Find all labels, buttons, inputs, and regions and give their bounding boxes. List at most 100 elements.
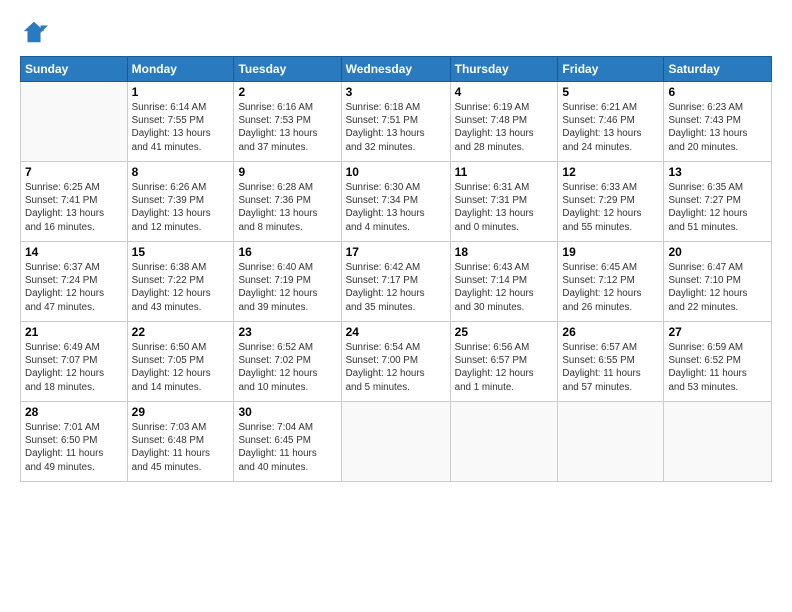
day-info: Sunrise: 6:47 AMSunset: 7:10 PMDaylight:…	[668, 261, 767, 314]
day-number: 24	[346, 325, 446, 339]
day-header-thursday: Thursday	[450, 57, 558, 82]
day-info: Sunrise: 6:57 AMSunset: 6:55 PMDaylight:…	[562, 341, 659, 394]
calendar-cell: 11Sunrise: 6:31 AMSunset: 7:31 PMDayligh…	[450, 162, 558, 242]
day-number: 14	[25, 245, 123, 259]
week-row-2: 7Sunrise: 6:25 AMSunset: 7:41 PMDaylight…	[21, 162, 772, 242]
day-info: Sunrise: 6:25 AMSunset: 7:41 PMDaylight:…	[25, 181, 123, 234]
week-row-1: 1 Sunrise: 6:14 AMSunset: 7:55 PMDaylight…	[21, 82, 772, 162]
calendar-cell: 27 Sunrise: 6:59 AMSunset: 6:52 PMDayligh…	[664, 322, 772, 402]
day-info: Sunrise: 7:01 AMSunset: 6:50 PMDaylight:…	[25, 421, 123, 474]
day-info: Sunrise: 6:16 AMSunset: 7:53 PMDaylight:…	[238, 101, 336, 154]
day-number: 1	[132, 85, 230, 99]
day-number: 27	[668, 325, 767, 339]
calendar-cell: 23 Sunrise: 6:52 AMSunset: 7:02 PMDayligh…	[234, 322, 341, 402]
calendar-cell: 24Sunrise: 6:54 AMSunset: 7:00 PMDayligh…	[341, 322, 450, 402]
day-number: 9	[238, 165, 336, 179]
day-number: 21	[25, 325, 123, 339]
day-number: 18	[455, 245, 554, 259]
day-number: 11	[455, 165, 554, 179]
day-number: 10	[346, 165, 446, 179]
calendar-cell: 30 Sunrise: 7:04 AMSunset: 6:45 PMDayligh…	[234, 402, 341, 482]
logo-icon	[20, 18, 48, 46]
day-number: 3	[346, 85, 446, 99]
day-number: 8	[132, 165, 230, 179]
day-number: 30	[238, 405, 336, 419]
day-header-monday: Monday	[127, 57, 234, 82]
day-number: 6	[668, 85, 767, 99]
calendar-cell: 18 Sunrise: 6:43 AMSunset: 7:14 PMDayligh…	[450, 242, 558, 322]
calendar-cell: 12Sunrise: 6:33 AMSunset: 7:29 PMDayligh…	[558, 162, 664, 242]
day-header-sunday: Sunday	[21, 57, 128, 82]
calendar-cell: 5 Sunrise: 6:21 AMSunset: 7:46 PMDaylight…	[558, 82, 664, 162]
day-number: 23	[238, 325, 336, 339]
week-row-4: 21 Sunrise: 6:49 AMSunset: 7:07 PMDayligh…	[21, 322, 772, 402]
day-header-tuesday: Tuesday	[234, 57, 341, 82]
day-info: Sunrise: 6:18 AMSunset: 7:51 PMDaylight:…	[346, 101, 446, 154]
day-info: Sunrise: 6:45 AMSunset: 7:12 PMDaylight:…	[562, 261, 659, 314]
calendar-cell: 13 Sunrise: 6:35 AMSunset: 7:27 PMDayligh…	[664, 162, 772, 242]
day-number: 5	[562, 85, 659, 99]
day-number: 15	[132, 245, 230, 259]
calendar-cell: 16 Sunrise: 6:40 AMSunset: 7:19 PMDayligh…	[234, 242, 341, 322]
day-info: Sunrise: 6:50 AMSunset: 7:05 PMDaylight:…	[132, 341, 230, 394]
day-info: Sunrise: 6:35 AMSunset: 7:27 PMDaylight:…	[668, 181, 767, 234]
calendar-cell: 10Sunrise: 6:30 AMSunset: 7:34 PMDayligh…	[341, 162, 450, 242]
day-info: Sunrise: 6:43 AMSunset: 7:14 PMDaylight:…	[455, 261, 554, 314]
day-info: Sunrise: 6:49 AMSunset: 7:07 PMDaylight:…	[25, 341, 123, 394]
day-info: Sunrise: 6:38 AMSunset: 7:22 PMDaylight:…	[132, 261, 230, 314]
day-info: Sunrise: 6:56 AMSunset: 6:57 PMDaylight:…	[455, 341, 554, 394]
day-number: 19	[562, 245, 659, 259]
calendar-cell: 26 Sunrise: 6:57 AMSunset: 6:55 PMDayligh…	[558, 322, 664, 402]
calendar-cell	[558, 402, 664, 482]
day-number: 13	[668, 165, 767, 179]
calendar-cell: 8Sunrise: 6:26 AMSunset: 7:39 PMDaylight…	[127, 162, 234, 242]
day-info: Sunrise: 6:33 AMSunset: 7:29 PMDaylight:…	[562, 181, 659, 234]
day-info: Sunrise: 6:23 AMSunset: 7:43 PMDaylight:…	[668, 101, 767, 154]
day-info: Sunrise: 6:59 AMSunset: 6:52 PMDaylight:…	[668, 341, 767, 394]
week-row-3: 14 Sunrise: 6:37 AMSunset: 7:24 PMDayligh…	[21, 242, 772, 322]
day-info: Sunrise: 6:42 AMSunset: 7:17 PMDaylight:…	[346, 261, 446, 314]
calendar-cell: 14 Sunrise: 6:37 AMSunset: 7:24 PMDayligh…	[21, 242, 128, 322]
day-header-saturday: Saturday	[664, 57, 772, 82]
day-info: Sunrise: 6:14 AMSunset: 7:55 PMDaylight:…	[132, 101, 230, 154]
calendar-cell: 15 Sunrise: 6:38 AMSunset: 7:22 PMDayligh…	[127, 242, 234, 322]
day-number: 28	[25, 405, 123, 419]
logo	[20, 18, 52, 46]
day-info: Sunrise: 6:40 AMSunset: 7:19 PMDaylight:…	[238, 261, 336, 314]
day-number: 4	[455, 85, 554, 99]
header	[20, 18, 772, 46]
days-header-row: SundayMondayTuesdayWednesdayThursdayFrid…	[21, 57, 772, 82]
calendar-cell: 25 Sunrise: 6:56 AMSunset: 6:57 PMDayligh…	[450, 322, 558, 402]
day-info: Sunrise: 7:04 AMSunset: 6:45 PMDaylight:…	[238, 421, 336, 474]
day-number: 2	[238, 85, 336, 99]
page: SundayMondayTuesdayWednesdayThursdayFrid…	[0, 0, 792, 612]
calendar-cell: 2 Sunrise: 6:16 AMSunset: 7:53 PMDaylight…	[234, 82, 341, 162]
day-info: Sunrise: 6:28 AMSunset: 7:36 PMDaylight:…	[238, 181, 336, 234]
day-number: 16	[238, 245, 336, 259]
calendar-cell: 4 Sunrise: 6:19 AMSunset: 7:48 PMDaylight…	[450, 82, 558, 162]
day-number: 26	[562, 325, 659, 339]
calendar-cell: 22 Sunrise: 6:50 AMSunset: 7:05 PMDayligh…	[127, 322, 234, 402]
day-number: 17	[346, 245, 446, 259]
calendar-cell: 17 Sunrise: 6:42 AMSunset: 7:17 PMDayligh…	[341, 242, 450, 322]
day-info: Sunrise: 6:52 AMSunset: 7:02 PMDaylight:…	[238, 341, 336, 394]
calendar-table: SundayMondayTuesdayWednesdayThursdayFrid…	[20, 56, 772, 482]
day-info: Sunrise: 6:37 AMSunset: 7:24 PMDaylight:…	[25, 261, 123, 314]
day-header-wednesday: Wednesday	[341, 57, 450, 82]
day-info: Sunrise: 6:19 AMSunset: 7:48 PMDaylight:…	[455, 101, 554, 154]
calendar-cell: 19 Sunrise: 6:45 AMSunset: 7:12 PMDayligh…	[558, 242, 664, 322]
calendar-cell	[450, 402, 558, 482]
calendar-cell: 29Sunrise: 7:03 AMSunset: 6:48 PMDayligh…	[127, 402, 234, 482]
calendar-cell: 7Sunrise: 6:25 AMSunset: 7:41 PMDaylight…	[21, 162, 128, 242]
day-number: 25	[455, 325, 554, 339]
day-info: Sunrise: 6:21 AMSunset: 7:46 PMDaylight:…	[562, 101, 659, 154]
day-header-friday: Friday	[558, 57, 664, 82]
calendar-cell: 6 Sunrise: 6:23 AMSunset: 7:43 PMDaylight…	[664, 82, 772, 162]
calendar-cell: 20Sunrise: 6:47 AMSunset: 7:10 PMDayligh…	[664, 242, 772, 322]
calendar-cell	[341, 402, 450, 482]
calendar-cell: 9 Sunrise: 6:28 AMSunset: 7:36 PMDaylight…	[234, 162, 341, 242]
day-number: 22	[132, 325, 230, 339]
week-row-5: 28 Sunrise: 7:01 AMSunset: 6:50 PMDayligh…	[21, 402, 772, 482]
calendar-cell: 1 Sunrise: 6:14 AMSunset: 7:55 PMDaylight…	[127, 82, 234, 162]
calendar-cell: 3 Sunrise: 6:18 AMSunset: 7:51 PMDaylight…	[341, 82, 450, 162]
